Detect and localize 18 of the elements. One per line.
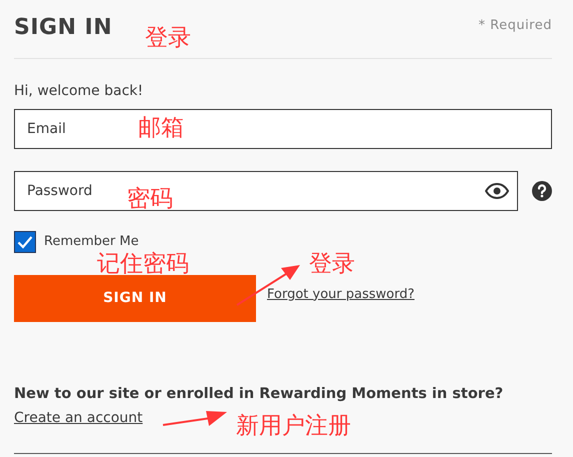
help-icon[interactable] <box>532 181 552 201</box>
remember-checkbox[interactable] <box>14 231 36 253</box>
create-account-link[interactable]: Create an account <box>14 408 143 429</box>
annotation-text: 新用户注册 <box>236 414 351 439</box>
remember-label: Remember Me <box>44 233 139 252</box>
sign-in-button[interactable]: SIGN IN <box>14 275 256 322</box>
annotation-text: 登录 <box>309 252 355 277</box>
welcome-text: Hi, welcome back! <box>14 82 144 101</box>
new-account-prompt: New to our site or enrolled in Rewarding Moments in store? <box>14 385 504 404</box>
page-title: SIGN IN <box>14 14 112 42</box>
annotation-text: 记住密码 <box>97 252 189 277</box>
forgot-password-link[interactable]: Forgot your password? <box>267 284 415 304</box>
required-note: * Required <box>478 17 552 35</box>
annotation-text: 邮箱 <box>138 116 184 141</box>
eye-icon[interactable] <box>485 183 510 199</box>
annotation-text: 密码 <box>127 187 173 212</box>
annotation-text: 登录 <box>145 26 191 51</box>
arrow-drawing <box>161 408 229 428</box>
